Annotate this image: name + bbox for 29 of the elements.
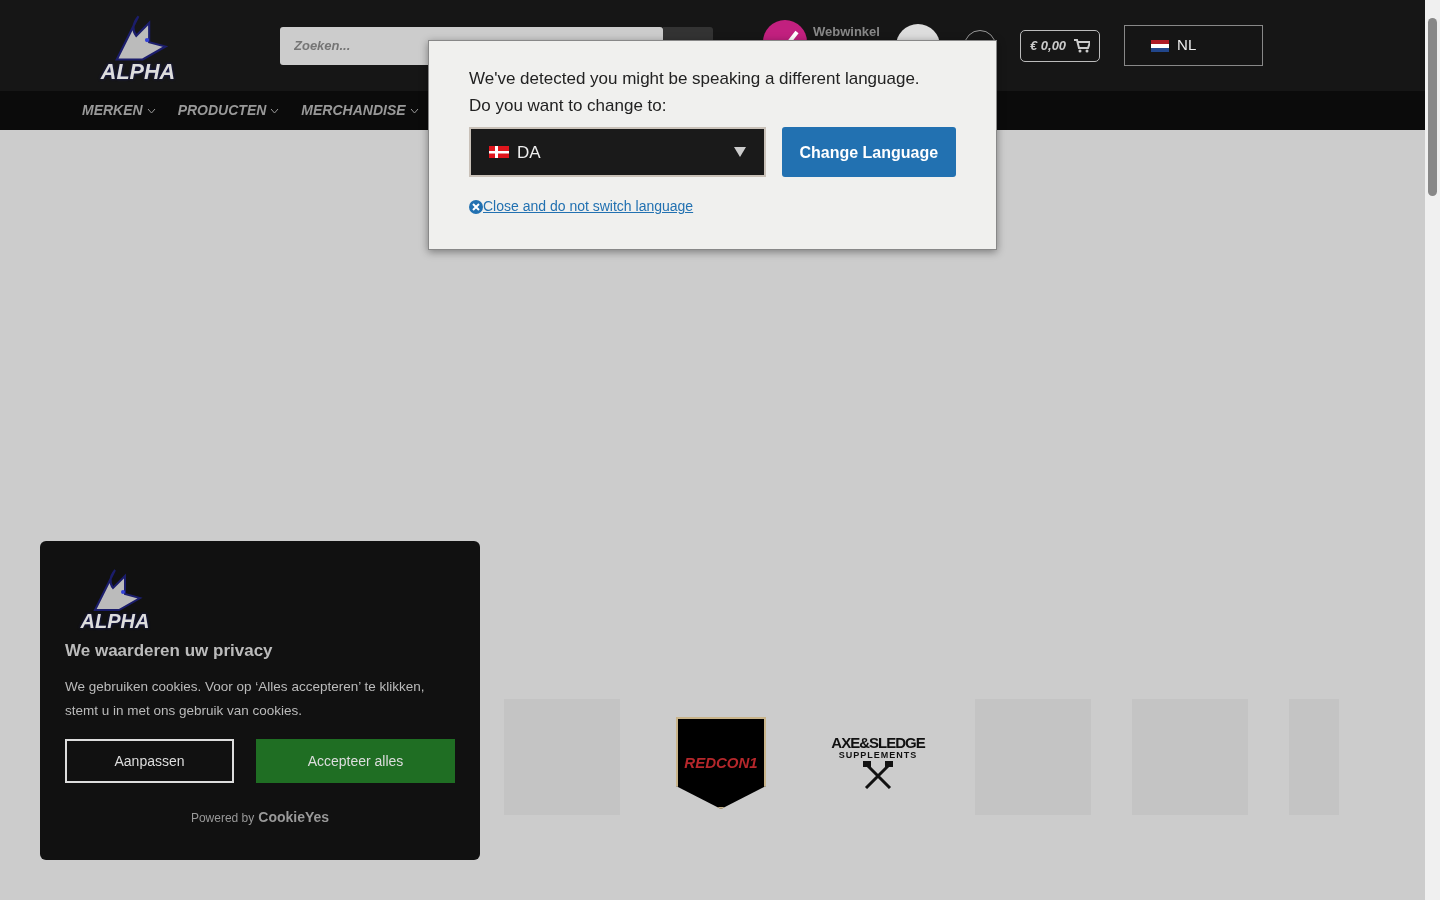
chevron-icon: [409, 107, 419, 114]
powered-by-text: Powered by: [190, 810, 255, 828]
close-icon[interactable]: [469, 199, 483, 214]
customize-button[interactable]: Aanpassen: [65, 739, 234, 784]
flag-icon: [1151, 39, 1170, 52]
scrollbar-thumb[interactable]: [1428, 18, 1437, 196]
logo[interactable]: ALPHA: [84, 8, 192, 83]
dialog-message: We've detected you might be speaking a different language.: [469, 68, 921, 90]
crossed-axes-icon: [863, 760, 893, 789]
chevron-icon: [146, 107, 156, 114]
cookie-text: We gebruiken cookies. Voor op ‘Alles accepteren’ te klikken, stemt u in met ons gebruik van cookies.: [65, 678, 426, 721]
language-select[interactable]: NL: [1124, 25, 1264, 66]
close-link[interactable]: Close and do not switch language: [483, 193, 694, 220]
chevron-icon: [270, 107, 280, 114]
change-language-button[interactable]: Change Language: [781, 127, 956, 177]
cookie-title: We waarderen uw privacy: [65, 641, 274, 662]
cart-button[interactable]: € 0,00: [1019, 29, 1101, 62]
cookieyes-logo[interactable]: CookieYes: [258, 807, 330, 829]
dropdown-arrow-icon: [733, 147, 746, 157]
cart-icon: [1074, 38, 1091, 53]
brand-logo[interactable]: AXE&SLEDGE SUPPLEMENTS: [818, 735, 938, 789]
accept-button[interactable]: Accepteer alles: [256, 739, 455, 784]
language-select[interactable]: DA: [469, 127, 766, 177]
nav-item[interactable]: MERCHANDISE: [301, 100, 419, 121]
nav-item[interactable]: MERKEN: [82, 100, 156, 121]
nav-item[interactable]: PRODUCTEN: [177, 100, 280, 121]
flag-icon: [489, 146, 509, 158]
logo[interactable]: ALPHA: [65, 566, 165, 631]
dialog-question: Do you want to change to:: [469, 95, 668, 117]
